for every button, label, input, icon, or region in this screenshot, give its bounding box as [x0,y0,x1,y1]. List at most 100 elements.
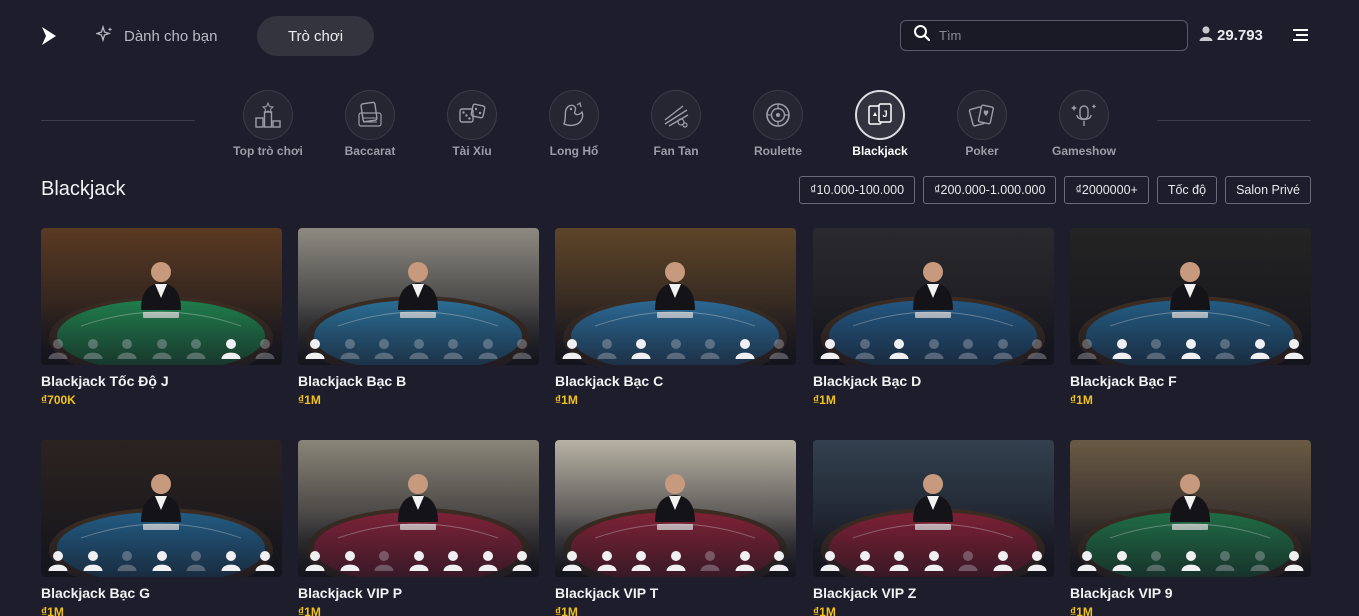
category-poker[interactable]: Poker [931,90,1033,158]
game-card[interactable]: Blackjack Bạc C ₫1M [555,228,796,407]
seat-taken-icon [1283,337,1305,359]
seat-taken-icon [561,337,583,359]
game-min-bet: ₫1M [298,605,321,616]
game-card[interactable]: Blackjack VIP 9 ₫1M [1070,440,1311,616]
svg-text:J: J [882,109,887,119]
game-title[interactable]: Blackjack Bạc B [298,373,539,389]
category-label: Baccarat [344,144,396,158]
game-title[interactable]: Blackjack Bạc C [555,373,796,389]
game-title[interactable]: Blackjack Tốc Độ J [41,373,282,389]
seat-open-icon [477,337,499,359]
seat-taken-icon [151,549,173,571]
nav-for-you[interactable]: Dành cho bạn [94,24,218,46]
seat-open-icon [47,337,69,359]
category-baccarat[interactable]: Baccarat [319,90,421,158]
seat-open-icon [185,549,207,571]
filter-chip[interactable]: ₫200.000-1.000.000 [923,176,1057,204]
category-top-games[interactable]: Top trò chơi [217,90,319,158]
baccarat-icon [345,90,395,140]
seat-open-icon [408,337,430,359]
filter-chip[interactable]: Tốc độ [1156,176,1218,204]
game-title[interactable]: Blackjack VIP Z [813,585,1054,601]
game-thumbnail[interactable] [1070,228,1311,365]
game-title[interactable]: Blackjack VIP P [298,585,539,601]
game-title[interactable]: Blackjack Bạc G [41,585,282,601]
seat-taken-icon [630,549,652,571]
seat-taken-icon [220,337,242,359]
category-blackjack[interactable]: J Blackjack [829,90,931,158]
poker-icon [957,90,1007,140]
category-label: Poker [965,144,999,158]
category-dice[interactable]: Tài Xỉu [421,90,523,158]
category-fan-tan[interactable]: Fan Tan [625,90,727,158]
seat-taken-icon [992,549,1014,571]
category-divider-right [1157,120,1311,121]
game-card[interactable]: Blackjack Tốc Độ J ₫700K [41,228,282,407]
filter-chips: ₫10.000-100.000 ₫200.000-1.000.000 ₫200000… [799,176,1311,204]
category-dragon-tiger[interactable]: Long Hổ [523,90,625,158]
game-card[interactable]: Blackjack VIP T ₫1M [555,440,796,616]
seat-open-icon [699,549,721,571]
seat-open-icon [1026,337,1048,359]
seat-open-icon [665,337,687,359]
category-label: Roulette [754,144,802,158]
logo-icon[interactable] [40,25,58,47]
user-balance[interactable]: 29.793 [1199,26,1263,45]
seat-taken-icon [220,549,242,571]
filter-chip[interactable]: Salon Privé [1225,176,1311,204]
nav-games-tab[interactable]: Trò chơi [257,16,374,56]
seat-open-icon [1145,337,1167,359]
seat-row [47,337,276,359]
game-title[interactable]: Blackjack VIP T [555,585,796,601]
fan-tan-icon [651,90,701,140]
game-thumbnail[interactable] [555,228,796,365]
game-thumbnail[interactable] [813,228,1054,365]
game-thumbnail[interactable] [41,440,282,577]
user-icon [1199,26,1213,45]
seat-open-icon [1076,337,1098,359]
search-input[interactable] [939,28,1169,43]
game-thumbnail[interactable] [555,440,796,577]
category-roulette[interactable]: Roulette [727,90,829,158]
search-box[interactable] [900,20,1188,51]
seat-open-icon [185,337,207,359]
seat-taken-icon [304,549,326,571]
category-label: Blackjack [852,144,908,158]
category-gameshow[interactable]: Gameshow [1033,90,1135,158]
seat-taken-icon [1111,549,1133,571]
section-title: Blackjack [41,178,126,200]
nav-for-you-label: Dành cho bạn [124,27,218,45]
game-title[interactable]: Blackjack Bạc F [1070,373,1311,389]
game-thumbnail[interactable] [298,440,539,577]
seat-open-icon [768,337,790,359]
seat-taken-icon [1026,549,1048,571]
game-card[interactable]: Blackjack VIP Z ₫1M [813,440,1054,616]
seat-open-icon [854,337,876,359]
game-thumbnail[interactable] [1070,440,1311,577]
game-thumbnail[interactable] [41,228,282,365]
category-label: Long Hổ [549,144,599,158]
top-games-icon [243,90,293,140]
gameshow-icon [1059,90,1109,140]
menu-icon[interactable] [1293,27,1309,43]
game-card[interactable]: Blackjack VIP P ₫1M [298,440,539,616]
game-thumbnail[interactable] [813,440,1054,577]
seat-taken-icon [511,549,533,571]
seat-open-icon [992,337,1014,359]
dragon-tiger-icon [549,90,599,140]
game-title[interactable]: Blackjack VIP 9 [1070,585,1311,601]
game-card[interactable]: Blackjack Bạc F ₫1M [1070,228,1311,407]
seat-taken-icon [1180,549,1202,571]
game-card[interactable]: Blackjack Bạc D ₫1M [813,228,1054,407]
game-thumbnail[interactable] [298,228,539,365]
filter-chip[interactable]: ₫2000000+ [1064,176,1149,204]
seat-taken-icon [888,337,910,359]
filter-chip[interactable]: ₫10.000-100.000 [799,176,916,204]
game-min-bet: ₫1M [813,605,836,616]
seat-taken-icon [254,549,276,571]
search-icon [913,24,931,47]
game-card[interactable]: Blackjack Bạc G ₫1M [41,440,282,616]
game-title[interactable]: Blackjack Bạc D [813,373,1054,389]
seat-open-icon [511,337,533,359]
game-card[interactable]: Blackjack Bạc B ₫1M [298,228,539,407]
